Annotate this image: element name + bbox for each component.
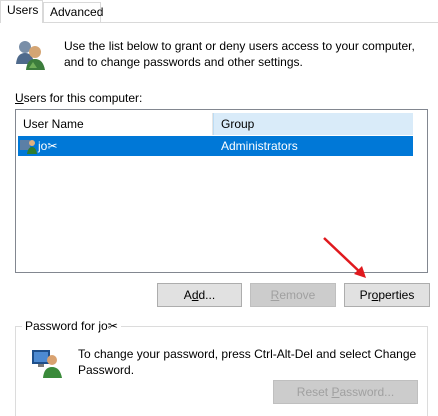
- tab-strip: Users Advanced: [0, 0, 438, 23]
- tab-users[interactable]: Users: [0, 0, 43, 23]
- users-icon: [16, 41, 45, 70]
- row-user-name: jo✂: [38, 139, 58, 153]
- remove-button[interactable]: Remove: [250, 283, 336, 307]
- list-row[interactable]: jo✂ Administrators: [18, 136, 413, 156]
- column-group[interactable]: Group: [213, 113, 413, 135]
- password-group-title: Password for jo✂: [22, 319, 121, 333]
- list-header: User Name Group: [16, 113, 413, 135]
- row-group: Administrators: [221, 139, 298, 153]
- red-arrow-icon: [323, 237, 366, 278]
- user-icon: [20, 140, 37, 154]
- password-instructions: To change your password, press Ctrl-Alt-…: [78, 347, 417, 377]
- tab-advanced[interactable]: Advanced: [43, 2, 103, 22]
- info-text: Use the list below to grant or deny user…: [64, 39, 415, 69]
- properties-button[interactable]: Properties: [344, 283, 430, 307]
- users-list-label: Users for this computer:: [15, 91, 143, 105]
- reset-password-button[interactable]: Reset Password...: [273, 380, 418, 404]
- password-user-icon: [32, 350, 62, 378]
- add-button[interactable]: Add...: [157, 283, 242, 307]
- column-user-name[interactable]: User Name: [16, 113, 213, 135]
